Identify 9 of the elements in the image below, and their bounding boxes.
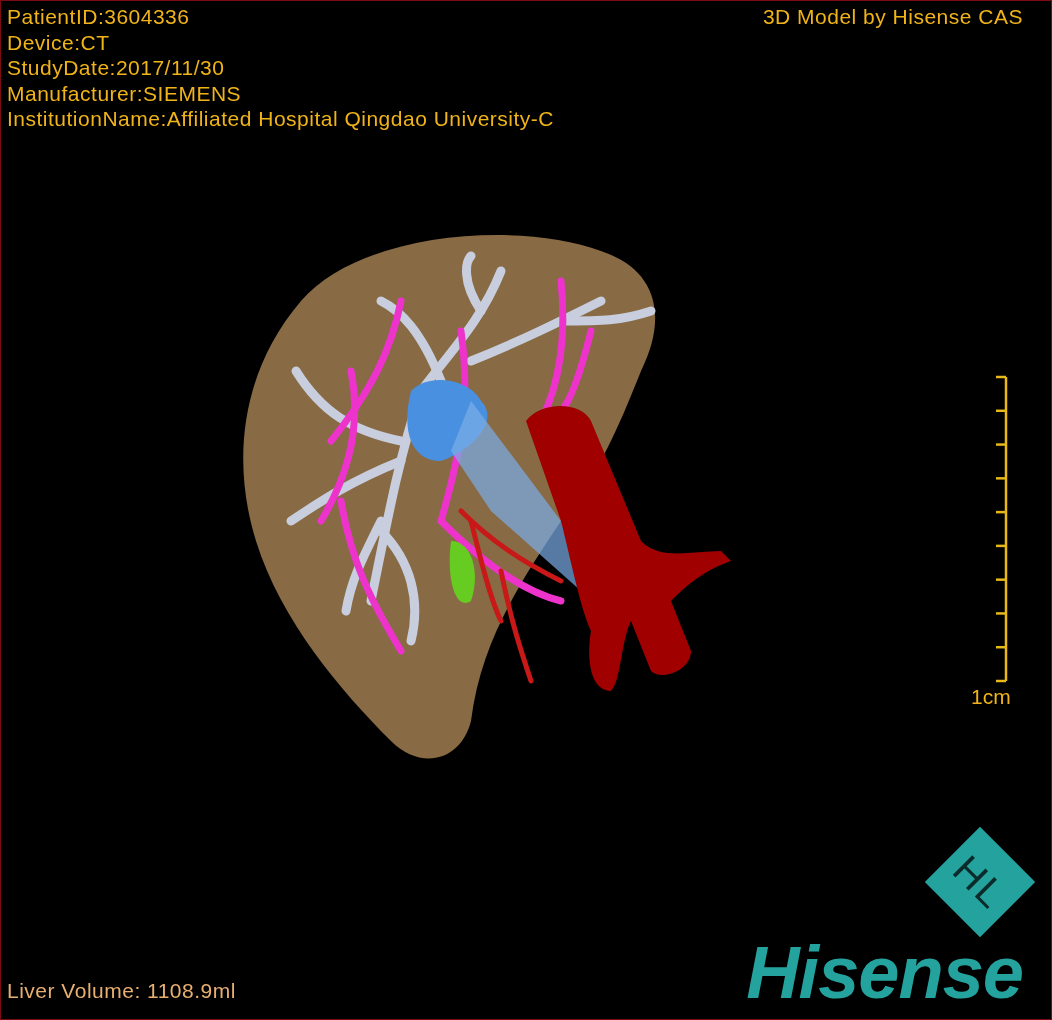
study-info-text: InstitutionName:Affiliated Hospital Qingdao University-C	[7, 106, 554, 132]
study-info-text: PatientID:3604336	[7, 4, 190, 30]
scale-label: 1cm	[971, 685, 1011, 709]
emblem-logo: HL	[924, 826, 1036, 938]
study-info-text: StudyDate:2017/11/30	[7, 55, 225, 81]
viewer-title: 3D Model by Hisense CAS	[762, 4, 1023, 30]
study-info-text: Device:CT	[7, 29, 110, 55]
liver-volume-text: Liver Volume: 1108.9ml	[7, 979, 236, 1003]
study-info-text: Manufacturer:SIEMENS	[7, 80, 242, 106]
